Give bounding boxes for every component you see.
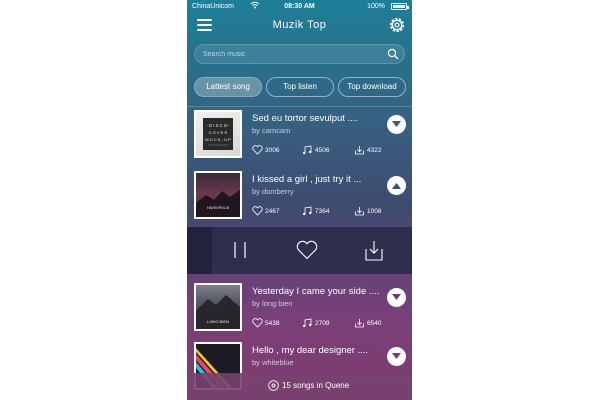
music-note-icon — [303, 318, 312, 328]
song-row[interactable]: LONG BIEN Yesterday I came your side ...… — [187, 280, 412, 338]
queue-count-text: 15 songs in Quene — [282, 381, 350, 390]
song-stats: 5438 2709 6540 — [252, 318, 387, 328]
likes-count: 2467 — [265, 208, 280, 215]
music-app-screen: ChinaUnicom 08:30 AM 100% Muzik Top Latt — [187, 0, 412, 400]
download-icon — [355, 319, 364, 328]
heart-icon — [252, 145, 263, 155]
svg-text:C O V E R: C O V E R — [209, 130, 228, 135]
cover-art: HAVENPOLIS — [196, 190, 240, 217]
song-artist: by whiteblue — [252, 358, 294, 367]
battery-percent: 100% — [367, 3, 385, 10]
battery-icon — [391, 3, 409, 10]
download-icon — [355, 207, 364, 216]
song-stats: 2467 7364 1008 — [252, 206, 387, 216]
search-bar — [194, 44, 405, 64]
heart-icon — [252, 206, 263, 216]
downloads-count: 1008 — [367, 208, 382, 215]
gear-icon[interactable] — [388, 16, 406, 34]
song-row[interactable]: - D I S C O - C O V E R M O C K - U P Se… — [187, 107, 412, 165]
cover-art: - D I S C O - C O V E R M O C K - U P — [203, 118, 233, 150]
music-note-icon — [303, 206, 312, 216]
song-artist: by long bien — [252, 299, 293, 308]
song-title: Sed eu tortor sevulput .... — [252, 113, 359, 124]
search-icon[interactable] — [387, 48, 399, 60]
song-title: Hello , my dear designer .... — [252, 345, 369, 356]
likes-count: 3006 — [265, 147, 280, 154]
expand-button[interactable] — [387, 347, 406, 366]
music-note-icon — [303, 145, 312, 155]
plays-count: 2709 — [315, 320, 330, 327]
download-icon[interactable] — [365, 239, 383, 261]
album-cover: LONG BIEN — [194, 283, 242, 331]
likes-count: 5438 — [265, 320, 280, 327]
plays-count: 4506 — [315, 147, 330, 154]
album-cover: HAVENPOLIS — [194, 171, 242, 219]
expand-button[interactable] — [387, 115, 406, 134]
svg-text:LONG BIEN: LONG BIEN — [207, 319, 229, 324]
song-artist: by domberry — [252, 187, 294, 196]
plays-count: 7364 — [315, 208, 330, 215]
svg-text:- D I S C O -: - D I S C O - — [206, 123, 230, 128]
player-controls — [187, 227, 412, 274]
chevron-down-icon — [392, 294, 401, 300]
heart-icon — [252, 318, 263, 328]
disc-icon — [268, 380, 279, 391]
chevron-up-icon — [392, 183, 401, 189]
svg-text:HAVENPOLIS: HAVENPOLIS — [207, 206, 230, 210]
song-title: Yesterday I came your side .... — [252, 286, 380, 297]
downloads-count: 6540 — [367, 320, 382, 327]
cover-art: LONG BIEN — [196, 295, 240, 329]
app-header: Muzik Top — [187, 13, 412, 40]
song-row[interactable]: HAVENPOLIS I kissed a girl , just try it… — [187, 168, 412, 226]
search-input[interactable] — [203, 45, 378, 63]
app-title: Muzik Top — [272, 19, 327, 31]
song-stats: 3006 4506 4322 — [252, 145, 387, 155]
song-title: I kissed a girl , just try it ... — [252, 174, 362, 185]
download-icon — [355, 146, 364, 155]
heart-icon[interactable] — [296, 240, 318, 260]
expand-button[interactable] — [387, 288, 406, 307]
tab-bar: Lattest song Top listen Top download — [194, 77, 409, 97]
queue-bar[interactable]: 15 songs in Quene — [187, 373, 412, 400]
collapse-button[interactable] — [387, 176, 406, 195]
svg-text:M O C K - U P: M O C K - U P — [205, 137, 231, 142]
chevron-down-icon — [392, 121, 401, 127]
song-artist: by camcam — [252, 126, 291, 135]
chevron-down-icon — [392, 353, 401, 359]
status-bar: ChinaUnicom 08:30 AM 100% — [187, 0, 412, 13]
tab-top-listen[interactable]: Top listen — [266, 77, 334, 97]
pause-icon[interactable] — [231, 241, 249, 259]
downloads-count: 4322 — [367, 147, 382, 154]
album-cover: - D I S C O - C O V E R M O C K - U P — [194, 110, 242, 158]
tab-top-download[interactable]: Top download — [338, 77, 406, 97]
tab-lattest-song[interactable]: Lattest song — [194, 77, 262, 97]
battery-level-fill — [393, 5, 405, 8]
